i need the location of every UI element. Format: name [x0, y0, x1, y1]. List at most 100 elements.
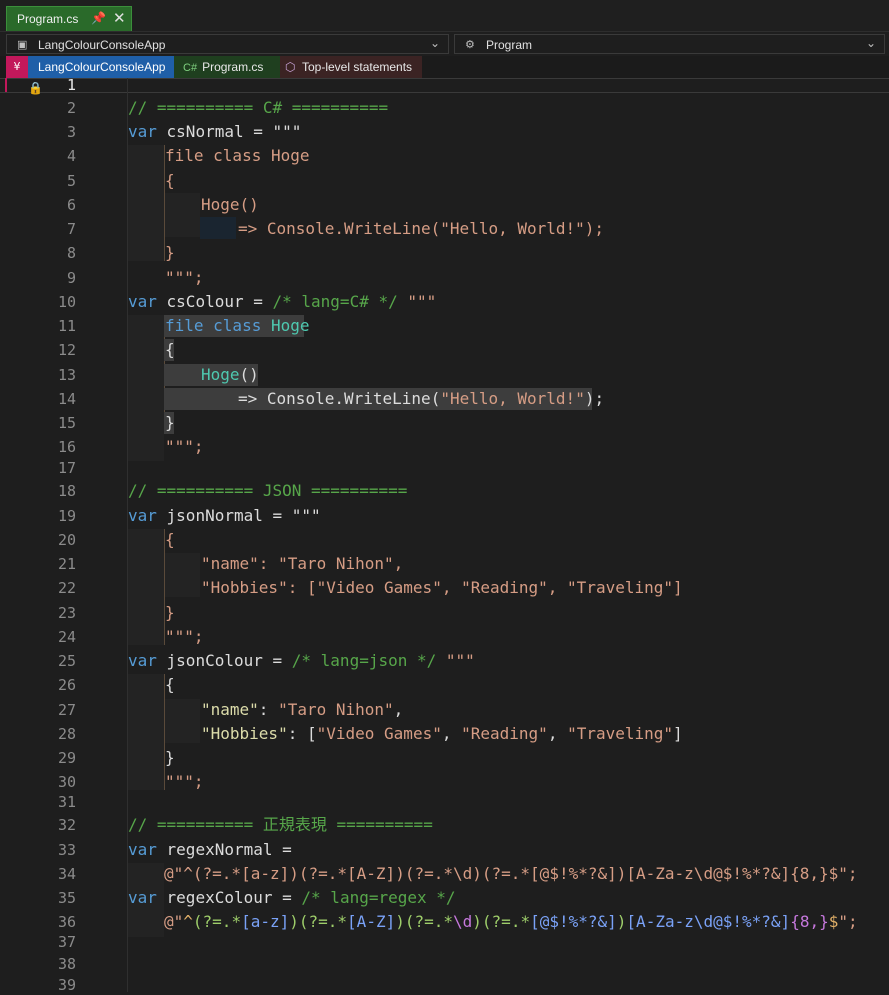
- line-number: 18: [57, 482, 76, 500]
- code-line-36: @"^(?=.*[a-z])(?=.*[A-Z])(?=.*\d)(?=.*[@…: [164, 912, 858, 932]
- line-number: 8: [66, 244, 76, 262]
- line-number: 6: [66, 196, 76, 214]
- project-dropdown[interactable]: ▣ LangColourConsoleApp ⌄: [6, 34, 449, 54]
- code-line-8: }: [165, 243, 175, 262]
- code-line-6: Hoge(): [201, 195, 259, 214]
- json-key: "Hobbies": [201, 724, 288, 743]
- code-line-21: "name": "Taro Nihon",: [201, 554, 404, 573]
- navigation-bar: ▣ LangColourConsoleApp ⌄ ⚙ Program ⌄: [0, 32, 889, 56]
- line-number: 34: [57, 865, 76, 883]
- breadcrumb-root-icon[interactable]: ¥: [6, 56, 28, 78]
- keyword: var: [128, 292, 157, 311]
- keyword: file class: [165, 316, 262, 335]
- line-number: 14: [57, 390, 76, 408]
- code-text: (: [430, 389, 441, 408]
- regex-escape: \d: [453, 912, 473, 931]
- indent-guide: [164, 699, 200, 743]
- json-key: "name": [201, 700, 259, 719]
- code-line-27: "name": "Taro Nihon",: [201, 700, 403, 720]
- code-text: ,: [441, 724, 462, 743]
- breadcrumb-scope[interactable]: ⬡ Top-level statements: [280, 56, 422, 78]
- regex-group: )(?=.*: [472, 912, 531, 931]
- code-text: ,: [547, 724, 568, 743]
- keyword: var: [128, 506, 157, 525]
- regex-group: )(?=.*: [289, 912, 348, 931]
- indent-guide: [200, 217, 236, 239]
- code-line-14: => Console.WriteLine("Hello, World!");: [238, 389, 604, 409]
- code-editor[interactable]: 🔒 1 2 3 4 5 6 7 8 9 10 11 12 13 14 15 16…: [0, 76, 889, 994]
- indent-guide: [128, 145, 164, 261]
- regex-group: ): [616, 912, 627, 931]
- code-text: ,: [393, 700, 404, 719]
- line-number: 13: [57, 366, 76, 384]
- code-text: regexColour =: [156, 888, 302, 907]
- line-number: 33: [57, 841, 76, 859]
- code-line-33: var regexNormal =: [128, 840, 292, 860]
- csharp-file-icon: C#: [183, 62, 198, 74]
- code-text: (): [239, 365, 259, 384]
- json-value: "Traveling": [567, 724, 674, 743]
- breadcrumb-scope-label: Top-level statements: [302, 60, 413, 74]
- code-line-18: // ========== JSON ==========: [128, 481, 408, 500]
- project-dropdown-value: LangColourConsoleApp: [38, 38, 166, 52]
- code-line-4: file class Hoge: [165, 146, 310, 165]
- code-line-32: // ========== 正規表現 ==========: [128, 815, 433, 834]
- line-number: 28: [57, 725, 76, 743]
- code-line-16: """;: [165, 437, 204, 456]
- code-line-15: }: [165, 413, 175, 432]
- chevron-down-icon: ⌄: [429, 36, 440, 50]
- language-comment: /* lang=json */: [291, 651, 437, 670]
- line-number: 32: [57, 816, 76, 834]
- language-comment: /* lang=regex */: [301, 888, 456, 907]
- code-line-20: {: [165, 530, 175, 549]
- indent-guide: [128, 674, 164, 790]
- line-number: 12: [57, 341, 76, 359]
- breadcrumb-file[interactable]: C# Program.cs: [174, 56, 280, 78]
- current-line-highlight: [0, 78, 889, 93]
- change-margin-marker: [5, 78, 7, 92]
- line-number: 5: [66, 172, 76, 190]
- regex-quantifier: {8,}: [790, 912, 829, 931]
- code-line-19: var jsonNormal = """: [128, 506, 321, 526]
- code-line-11: file class Hoge: [165, 316, 310, 336]
- regex-group: (?=.*: [192, 912, 242, 931]
- close-icon[interactable]: ✕: [113, 9, 126, 27]
- line-number: 19: [57, 507, 76, 525]
- tab-label: Program.cs: [17, 12, 79, 26]
- code-line-28: "Hobbies": ["Video Games", "Reading", "T…: [201, 724, 683, 744]
- regex-class: [@$!%*?&]: [530, 912, 617, 931]
- code-text: :: [258, 700, 279, 719]
- tab-program-cs[interactable]: Program.cs 📌 ✕: [6, 6, 132, 31]
- chevron-down-icon: ⌄: [865, 36, 876, 50]
- code-line-34: @"^(?=.*[a-z])(?=.*[A-Z])(?=.*\d)(?=.*[@…: [164, 864, 858, 883]
- keyword: var: [128, 840, 157, 859]
- line-number: 1: [66, 76, 76, 94]
- line-number: 24: [57, 628, 76, 646]
- member-dropdown-value: Program: [486, 38, 533, 52]
- member-dropdown[interactable]: ⚙ Program ⌄: [454, 34, 885, 54]
- json-value: "Taro Nihon": [278, 700, 394, 719]
- indent-guide: [128, 315, 164, 461]
- string-delimiter: """: [436, 651, 475, 670]
- line-number: 39: [57, 976, 76, 994]
- pin-icon[interactable]: 📌: [91, 11, 106, 25]
- code-line-29: }: [165, 748, 175, 767]
- line-number: 25: [57, 652, 76, 670]
- method-name: Hoge: [201, 365, 240, 384]
- code-line-2: // ========== C# ==========: [128, 98, 389, 117]
- line-number: 22: [57, 579, 76, 597]
- line-number: 36: [57, 913, 76, 931]
- code-text: );: [584, 389, 605, 408]
- code-line-24: """;: [165, 627, 204, 646]
- keyword: var: [128, 888, 157, 907]
- document-tab-bar: Program.cs 📌 ✕: [0, 0, 889, 32]
- code-text: jsonNormal = """: [156, 506, 321, 525]
- code-text: =>: [238, 389, 267, 408]
- line-number: 16: [57, 438, 76, 456]
- breadcrumb: ¥ LangColourConsoleApp C# Program.cs ⬡ To…: [0, 56, 889, 79]
- code-line-13: Hoge(): [201, 365, 259, 385]
- code-text: ]: [673, 724, 683, 743]
- line-number: 29: [57, 749, 76, 767]
- line-number: 9: [66, 269, 76, 287]
- code-line-22: "Hobbies": ["Video Games", "Reading", "T…: [201, 578, 683, 597]
